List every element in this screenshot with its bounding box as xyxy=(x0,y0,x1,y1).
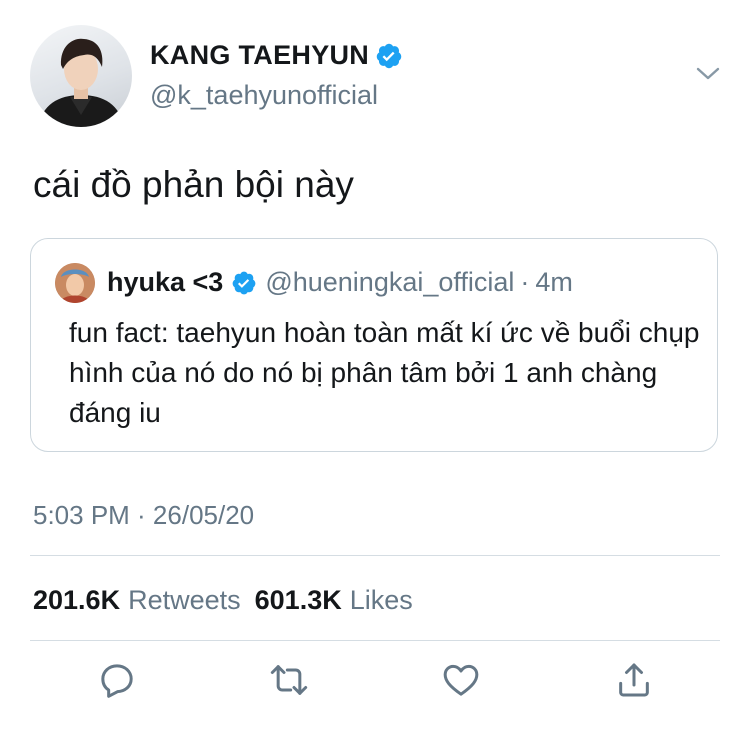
quoted-author-avatar[interactable] xyxy=(55,263,95,303)
quoted-tweet-card[interactable]: hyuka <3 @hueningkai_official · 4m fun f… xyxy=(30,238,718,452)
divider xyxy=(30,640,720,641)
tweet-text: cái đồ phản bội này xyxy=(33,164,354,205)
heart-icon[interactable] xyxy=(441,660,481,700)
author-name-row: KANG TAEHYUN xyxy=(150,40,403,71)
quoted-separator: · xyxy=(520,267,530,297)
divider xyxy=(30,555,720,556)
tweet-timestamp[interactable]: 5:03 PM · 26/05/20 xyxy=(33,500,254,531)
quoted-avatar-image xyxy=(55,263,95,303)
likes-count[interactable]: 601.3K xyxy=(255,585,342,616)
author-avatar[interactable] xyxy=(30,25,132,127)
author-handle[interactable]: @k_taehyunofficial xyxy=(150,80,378,111)
author-avatar-image xyxy=(38,38,124,127)
retweet-icon[interactable] xyxy=(269,660,309,700)
author-name[interactable]: KANG TAEHYUN xyxy=(150,40,369,71)
verified-badge-icon xyxy=(232,271,256,294)
reply-icon[interactable] xyxy=(97,660,137,700)
retweets-label[interactable]: Retweets xyxy=(128,585,241,616)
share-icon[interactable] xyxy=(614,660,654,700)
chevron-down-icon[interactable] xyxy=(694,62,722,86)
quoted-header: hyuka <3 @hueningkai_official · 4m xyxy=(107,267,573,298)
quoted-time: 4m xyxy=(535,267,573,297)
verified-badge-icon xyxy=(376,43,402,68)
quoted-tweet-text: fun fact: taehyun hoàn toàn mất kí ức về… xyxy=(69,317,700,428)
retweets-count[interactable]: 201.6K xyxy=(33,585,120,616)
likes-label[interactable]: Likes xyxy=(350,585,413,616)
quoted-author-name: hyuka <3 xyxy=(107,267,224,297)
engagement-stats: 201.6K Retweets 601.3K Likes xyxy=(33,585,427,616)
quoted-author-handle: @hueningkai_official xyxy=(265,267,515,297)
